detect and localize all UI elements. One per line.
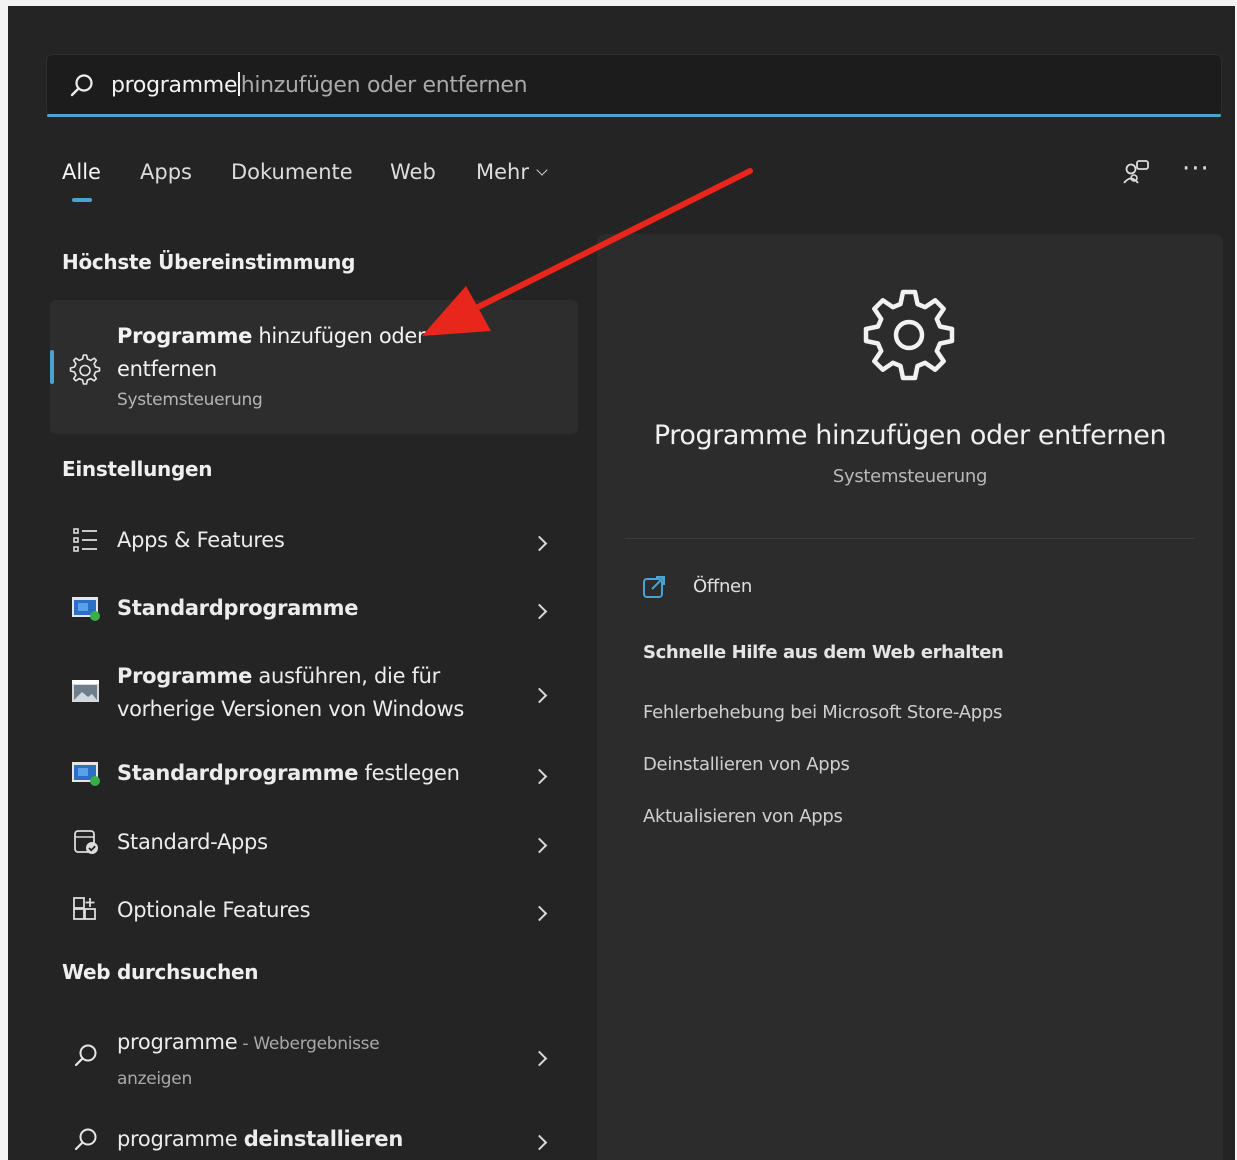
settings-item-label: Programme ausführen, die für vorherige Ve… <box>117 660 464 726</box>
tab-documents[interactable]: Dokumente <box>231 160 353 184</box>
search-typed-text: programme <box>111 73 238 98</box>
default-programs-icon <box>72 597 100 621</box>
help-link-update[interactable]: Aktualisieren von Apps <box>643 806 843 827</box>
share-icon[interactable] <box>1120 156 1154 190</box>
tab-more[interactable]: Mehr <box>476 160 548 184</box>
help-link-troubleshoot[interactable]: Fehlerbehebung bei Microsoft Store-Apps <box>643 702 1002 723</box>
web-help-heading: Schnelle Hilfe aus dem Web erhalten <box>643 642 1004 663</box>
settings-item-label: Optionale Features <box>117 898 311 922</box>
detail-divider <box>625 538 1195 539</box>
settings-item-label-bold: Standardprogramme <box>117 761 359 785</box>
search-focus-underline <box>47 114 1221 117</box>
best-match-title-bold: Programme <box>117 324 253 348</box>
web-search-query: programme <box>117 1127 244 1151</box>
best-match-subtitle: Systemsteuerung <box>117 390 263 410</box>
chevron-right-icon <box>531 768 548 785</box>
best-match-heading: Höchste Übereinstimmung <box>62 250 356 274</box>
optional-features-icon <box>73 897 96 920</box>
web-search-item[interactable]: programme - Webergebnisse anzeigen <box>50 1022 578 1092</box>
gear-icon <box>863 289 955 381</box>
search-icon <box>74 1128 97 1151</box>
search-suggestion-text: hinzufügen oder entfernen <box>240 73 528 98</box>
settings-item-label: Apps & Features <box>117 528 285 552</box>
tab-more-label: Mehr <box>476 160 529 184</box>
settings-item-label-rest: ausführen, die für <box>252 664 441 688</box>
standard-apps-icon <box>74 830 98 854</box>
web-search-label: programme deinstallieren <box>117 1123 403 1156</box>
search-icon <box>74 1044 97 1067</box>
settings-item-optional-features[interactable]: Optionale Features <box>50 890 578 940</box>
settings-item-compatibility[interactable]: Programme ausführen, die für vorherige Ve… <box>50 656 578 736</box>
search-text: programme hinzufügen oder entfernen <box>111 72 528 98</box>
settings-item-standardprogramme-festlegen[interactable]: Standardprogramme festlegen <box>50 753 578 803</box>
detail-pane: Programme hinzufügen oder entfernen Syst… <box>597 234 1223 1160</box>
text-caret <box>238 72 240 96</box>
tab-all[interactable]: Alle <box>62 160 101 184</box>
detail-subtitle: Systemsteuerung <box>832 466 988 487</box>
web-search-item[interactable]: programme deinstallieren <box>50 1120 578 1160</box>
settings-item-standardprogramme[interactable]: Standardprogramme <box>50 588 578 638</box>
best-match-title-line2: entfernen <box>117 357 217 381</box>
chevron-right-icon <box>531 603 548 620</box>
tab-web[interactable]: Web <box>390 160 436 184</box>
tab-apps[interactable]: Apps <box>140 160 192 184</box>
chevron-right-icon <box>531 1050 548 1067</box>
best-match-title: Programme hinzufügen oder entfernen <box>117 320 447 386</box>
web-search-query: programme <box>117 1030 238 1054</box>
open-action[interactable]: Öffnen <box>693 576 752 597</box>
settings-item-label-rest: festlegen <box>358 761 460 785</box>
search-icon <box>70 74 93 97</box>
settings-item-label: Standardprogramme <box>117 592 358 625</box>
web-search-query-bold: deinstallieren <box>243 1127 404 1151</box>
detail-title: Programme hinzufügen oder entfernen <box>653 420 1167 451</box>
gear-icon <box>69 354 101 385</box>
settings-heading: Einstellungen <box>62 457 213 481</box>
settings-item-standard-apps[interactable]: Standard-Apps <box>50 822 578 872</box>
settings-item-label: Standardprogramme festlegen <box>117 757 460 790</box>
open-external-icon[interactable] <box>641 574 667 600</box>
chevron-right-icon <box>531 1134 548 1151</box>
settings-item-apps-features[interactable]: Apps & Features <box>50 520 578 570</box>
best-match-result[interactable]: Programme hinzufügen oder entfernen Syste… <box>50 300 578 434</box>
chevron-down-icon <box>536 164 548 176</box>
web-search-line2: anzeigen <box>117 1069 192 1089</box>
list-icon <box>73 528 97 552</box>
web-search-label: programme - Webergebnisse anzeigen <box>117 1026 380 1096</box>
settings-item-label-bold: Programme <box>117 664 253 688</box>
settings-item-label: Standard-Apps <box>117 830 268 854</box>
settings-item-label-line2: vorherige Versionen von Windows <box>117 697 464 721</box>
search-input[interactable]: programme hinzufügen oder entfernen <box>46 54 1222 117</box>
selection-accent <box>50 350 54 384</box>
search-window: programme hinzufügen oder entfernen Alle … <box>8 6 1235 1160</box>
settings-item-label-bold: Standardprogramme <box>117 596 359 620</box>
best-match-title-rest: hinzufügen oder <box>252 324 426 348</box>
tab-active-indicator <box>72 198 92 202</box>
more-options-button[interactable]: ··· <box>1182 154 1210 184</box>
default-programs-icon <box>72 762 100 786</box>
web-search-suffix: - Webergebnisse <box>237 1034 380 1054</box>
help-link-uninstall[interactable]: Deinstallieren von Apps <box>643 754 850 775</box>
chevron-right-icon <box>531 837 548 854</box>
chevron-right-icon <box>531 687 548 704</box>
chevron-right-icon <box>531 905 548 922</box>
web-search-heading: Web durchsuchen <box>62 960 259 984</box>
compat-icon <box>72 680 99 702</box>
chevron-right-icon <box>531 535 548 552</box>
